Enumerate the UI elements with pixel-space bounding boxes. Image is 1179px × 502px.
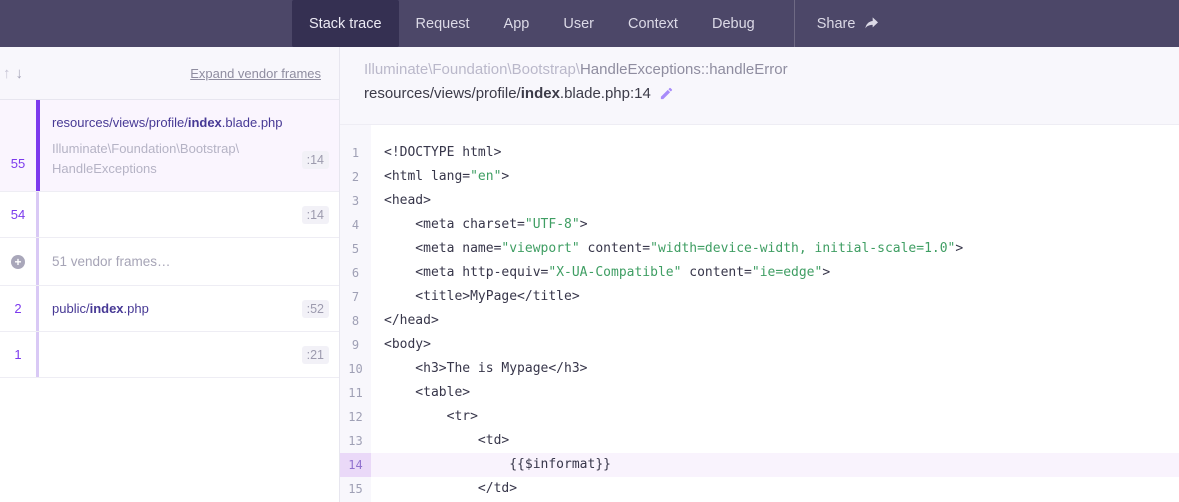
code-line: 3<head> (340, 189, 1179, 213)
tab-app[interactable]: App (487, 0, 547, 47)
code-line-text: <h3>The is Mypage</h3> (371, 357, 1179, 381)
code-line-number: 7 (340, 285, 371, 309)
edit-file-pencil-icon[interactable] (659, 86, 674, 101)
frame-number: 1 (14, 347, 21, 362)
tab-request[interactable]: Request (399, 0, 487, 47)
stack-frame-54[interactable]: 54 :14 (0, 192, 339, 238)
stack-frame-2[interactable]: 2 public/index.php:52 (0, 286, 339, 332)
code-line-number: 5 (340, 237, 371, 261)
code-viewer: 1<!DOCTYPE html>2<html lang="en">3<head>… (340, 125, 1179, 502)
expand-plus-icon[interactable]: + (11, 255, 25, 269)
code-line: 6 <meta http-equiv="X-UA-Compatible" con… (340, 261, 1179, 285)
file-path-text: resources/views/profile/index.blade.php:… (364, 85, 651, 102)
frame-number: 55 (11, 156, 25, 171)
frames-list: 55 resources/views/profile/index.blade.ph… (0, 100, 339, 378)
line-number-badge: :21 (302, 346, 329, 364)
code-line: 4 <meta charset="UTF-8"> (340, 213, 1179, 237)
code-line: 12 <tr> (340, 405, 1179, 429)
line-number-badge: :14 (302, 151, 329, 169)
frame-number: 2 (14, 301, 21, 316)
frame-file-path: resources/views/profile/index.blade.php (52, 115, 302, 130)
line-number-badge: :52 (302, 300, 329, 318)
share-button[interactable]: Share (795, 0, 903, 47)
code-line-number: 13 (340, 429, 371, 453)
exception-method: HandleExceptions::handleError (580, 61, 788, 78)
error-page: Stack traceRequestAppUserContextDebug Sh… (0, 0, 1179, 502)
code-line: 15 </td> (340, 477, 1179, 501)
stack-frames-sidebar: ↑ ↓ Expand vendor frames 55 resources/vie… (0, 47, 340, 502)
share-label: Share (817, 16, 856, 32)
code-line: 11 <table> (340, 381, 1179, 405)
vendor-frames-row[interactable]: +51 vendor frames… (0, 238, 339, 286)
code-line-number: 8 (340, 309, 371, 333)
code-line-number: 6 (340, 261, 371, 285)
code-line-text: <body> (371, 333, 1179, 357)
frame-detail-header: Illuminate\Foundation\Bootstrap\HandleEx… (340, 47, 1179, 125)
code-line-highlighted: 14 {{$informat}} (340, 453, 1179, 477)
code-line-text: <meta charset="UTF-8"> (371, 213, 1179, 237)
expand-vendor-frames-link[interactable]: Expand vendor frames (190, 66, 321, 81)
sidebar-header: ↑ ↓ Expand vendor frames (0, 47, 339, 100)
nav-tabs: Stack traceRequestAppUserContextDebug (292, 0, 772, 47)
code-line: 10 <h3>The is Mypage</h3> (340, 357, 1179, 381)
frame-class-name: Illuminate\Foundation\Bootstrap\HandleEx… (52, 139, 302, 179)
code-line: 5 <meta name="viewport" content="width=d… (340, 237, 1179, 261)
main-panel: Illuminate\Foundation\Bootstrap\HandleEx… (340, 47, 1179, 502)
stack-frame-55[interactable]: 55 resources/views/profile/index.blade.ph… (0, 100, 339, 192)
file-path-title: resources/views/profile/index.blade.php:… (364, 85, 1179, 102)
code-line: 9<body> (340, 333, 1179, 357)
stack-frame-1[interactable]: 1 :21 (0, 332, 339, 378)
code-line-number: 3 (340, 189, 371, 213)
code-line-text: <meta name="viewport" content="width=dev… (371, 237, 1179, 261)
frame-number: 54 (11, 207, 25, 222)
code-line-number: 12 (340, 405, 371, 429)
tab-stack-trace[interactable]: Stack trace (292, 0, 399, 47)
code-line-text: </td> (371, 477, 1179, 501)
code-line-text: <tr> (371, 405, 1179, 429)
code-line-number: 14 (340, 453, 371, 477)
next-frame-arrow-icon[interactable]: ↓ (16, 65, 24, 82)
exception-breadcrumb: Illuminate\Foundation\Bootstrap\HandleEx… (364, 61, 1179, 78)
code-line-number: 2 (340, 165, 371, 189)
frame-file-path: public/index.php (52, 301, 302, 316)
code-line-number: 9 (340, 333, 371, 357)
code-line-number: 15 (340, 477, 371, 501)
prev-frame-arrow-icon[interactable]: ↑ (3, 65, 11, 82)
exception-namespace: Illuminate\Foundation\Bootstrap\ (364, 61, 580, 78)
code-line-text: <!DOCTYPE html> (371, 141, 1179, 165)
code-line-number: 4 (340, 213, 371, 237)
code-line-number: 10 (340, 357, 371, 381)
code-line-text: <table> (371, 381, 1179, 405)
vendor-frames-count: 51 vendor frames… (52, 254, 329, 269)
code-line-text: <head> (371, 189, 1179, 213)
code-line: 8</head> (340, 309, 1179, 333)
code-line: 2<html lang="en"> (340, 165, 1179, 189)
content-split: ↑ ↓ Expand vendor frames 55 resources/vie… (0, 47, 1179, 502)
code-line-number: 1 (340, 141, 371, 165)
code-line-number: 11 (340, 381, 371, 405)
code-line: 1<!DOCTYPE html> (340, 141, 1179, 165)
code-line-text: <title>MyPage</title> (371, 285, 1179, 309)
tab-debug[interactable]: Debug (695, 0, 772, 47)
line-number-badge: :14 (302, 206, 329, 224)
code-line-text: <meta http-equiv="X-UA-Compatible" conte… (371, 261, 1179, 285)
tab-context[interactable]: Context (611, 0, 695, 47)
code-line-text: <td> (371, 429, 1179, 453)
code-line-text: <html lang="en"> (371, 165, 1179, 189)
frame-nav-arrows: ↑ ↓ (3, 65, 23, 82)
top-nav: Stack traceRequestAppUserContextDebug Sh… (0, 0, 1179, 47)
code-line-text: {{$informat}} (371, 453, 1179, 477)
share-arrow-icon (864, 16, 880, 32)
tab-user[interactable]: User (546, 0, 611, 47)
code-line: 7 <title>MyPage</title> (340, 285, 1179, 309)
code-line: 13 <td> (340, 429, 1179, 453)
code-line-text: </head> (371, 309, 1179, 333)
